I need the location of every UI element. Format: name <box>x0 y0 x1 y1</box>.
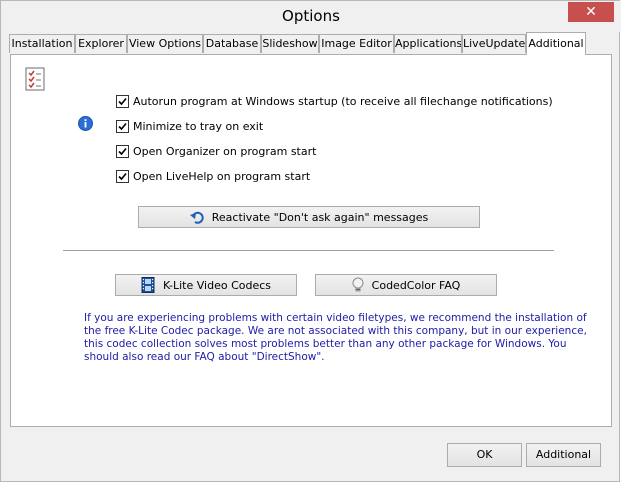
faq-label: CodedColor FAQ <box>371 278 461 292</box>
light-bulb-icon <box>352 277 364 293</box>
klite-codecs-button[interactable]: K-Lite Video Codecs <box>115 274 297 296</box>
open-organizer-checkbox[interactable] <box>116 144 129 158</box>
klite-recommendation-text: If you are experiencing problems with ce… <box>84 312 587 363</box>
info-icon <box>78 116 93 134</box>
klite-label: K-Lite Video Codecs <box>162 278 272 292</box>
film-strip-icon <box>141 277 155 293</box>
autorun-checkbox[interactable] <box>116 94 129 108</box>
option-open-livehelp[interactable]: Open LiveHelp on program start <box>116 168 310 184</box>
options-window: Options ✕ Installation Explorer View Opt… <box>0 0 621 482</box>
cancel-button[interactable]: Additional <box>526 443 601 467</box>
window-title: Options <box>282 7 340 25</box>
tab-additional[interactable]: Additional <box>526 32 586 55</box>
undo-arrow-icon <box>189 210 204 224</box>
reactivate-label: Reactivate "Don't ask again" messages <box>211 210 429 224</box>
option-autorun[interactable]: Autorun program at Windows startup (to r… <box>116 93 553 109</box>
tab-liveupdate[interactable]: LiveUpdate <box>462 34 526 53</box>
reactivate-messages-button[interactable]: Reactivate "Don't ask again" messages <box>138 206 480 228</box>
separator <box>63 250 554 252</box>
codedcolor-faq-button[interactable]: CodedColor FAQ <box>315 274 497 296</box>
tab-view-options[interactable]: View Options <box>127 34 203 53</box>
tab-applications[interactable]: Applications <box>394 34 462 53</box>
option-open-organizer[interactable]: Open Organizer on program start <box>116 143 316 159</box>
tab-explorer[interactable]: Explorer <box>75 34 127 53</box>
open-organizer-label: Open Organizer on program start <box>133 144 317 158</box>
ok-button[interactable]: OK <box>447 443 522 467</box>
option-minimize-to-tray[interactable]: Minimize to tray on exit <box>116 118 263 134</box>
open-livehelp-label: Open LiveHelp on program start <box>133 169 311 183</box>
tab-image-editor[interactable]: Image Editor <box>319 34 394 53</box>
tab-slideshow[interactable]: Slideshow <box>261 34 319 53</box>
title-bar[interactable]: Options ✕ <box>1 1 621 32</box>
tab-database[interactable]: Database <box>203 34 261 53</box>
tab-installation[interactable]: Installation <box>9 34 75 53</box>
checklist-icon <box>25 67 45 94</box>
close-button[interactable]: ✕ <box>568 2 614 22</box>
minimize-to-tray-label: Minimize to tray on exit <box>133 119 264 133</box>
additional-panel: Autorun program at Windows startup (to r… <box>10 54 612 427</box>
open-livehelp-checkbox[interactable] <box>116 169 129 183</box>
minimize-to-tray-checkbox[interactable] <box>116 119 129 133</box>
autorun-label: Autorun program at Windows startup (to r… <box>133 94 553 108</box>
